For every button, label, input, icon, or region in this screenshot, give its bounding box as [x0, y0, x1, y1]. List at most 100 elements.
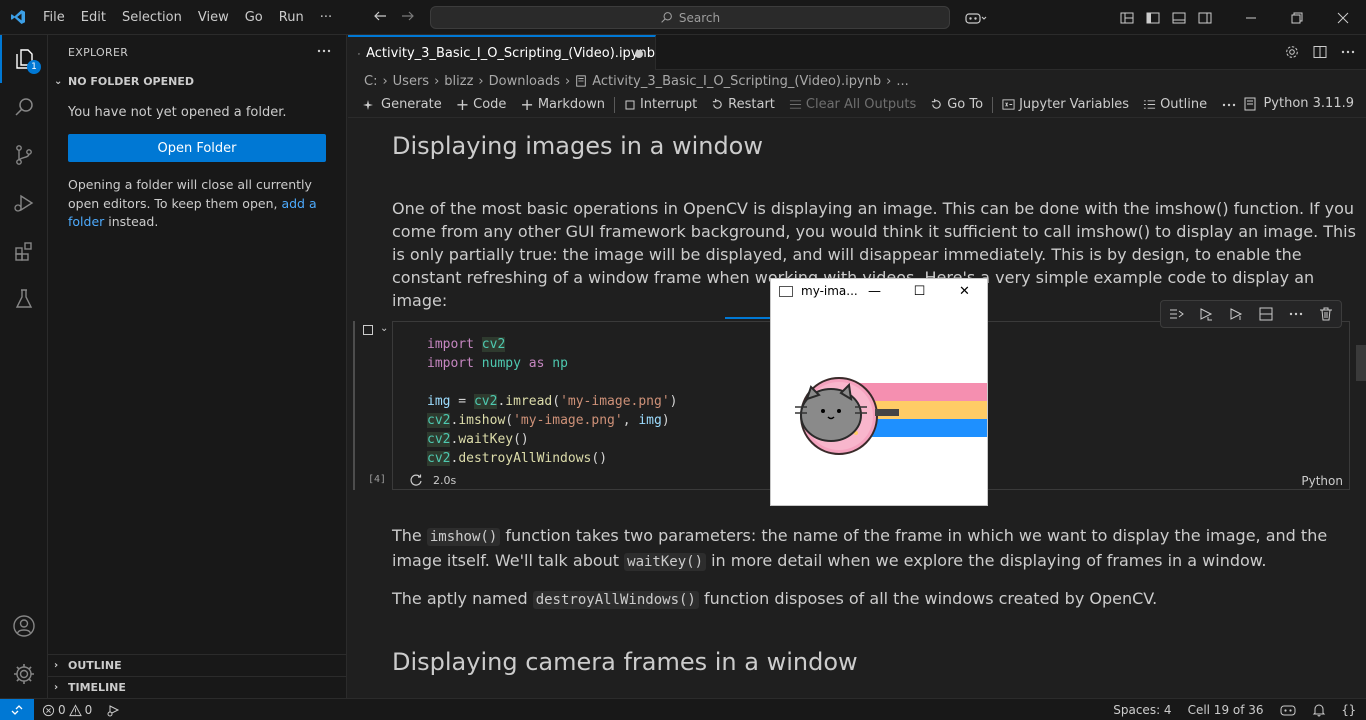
code-editor[interactable]: import cv2 import numpy as np img = cv2.… [427, 335, 677, 468]
outline-section[interactable]: › OUTLINE [48, 654, 347, 676]
toggle-sidebar-icon[interactable] [1140, 10, 1166, 26]
more-actions-icon[interactable] [316, 43, 332, 62]
interrupt-label: Interrupt [639, 97, 698, 112]
markdown-paragraph-2: The imshow() function takes two paramete… [392, 524, 1358, 574]
popup-maximize-icon[interactable]: ☐ [897, 279, 942, 303]
menu-more[interactable]: ··· [312, 0, 340, 35]
outline-button[interactable]: Outline [1136, 97, 1214, 112]
back-arrow-icon[interactable] [372, 8, 388, 24]
breadcrumb-users[interactable]: Users [393, 74, 429, 89]
breadcrumb: C: › Users › blizz › Downloads › Activity_3_… [348, 70, 1366, 92]
forward-arrow-icon[interactable] [400, 8, 416, 24]
note-text-2: instead. [104, 214, 159, 229]
nav-arrows [372, 8, 416, 24]
execute-cell-icon[interactable] [1198, 306, 1214, 322]
menu-selection[interactable]: Selection [114, 0, 190, 35]
testing-activity[interactable] [0, 275, 48, 323]
accounts-activity[interactable] [0, 602, 48, 650]
outline-title: OUTLINE [68, 659, 122, 672]
para2-text-c: in more detail when we explore the displ… [706, 551, 1267, 570]
remote-indicator[interactable] [0, 699, 34, 720]
customize-layout-icon[interactable] [1114, 10, 1140, 26]
command-center-search[interactable]: Search [430, 6, 950, 29]
kernel-picker[interactable]: Python 3.11.9 [1243, 96, 1354, 111]
plus-icon: + [455, 95, 470, 114]
extensions-activity[interactable] [0, 227, 48, 275]
run-debug-activity[interactable] [0, 179, 48, 227]
timeline-section[interactable]: › TIMELINE [48, 676, 347, 698]
opencv-image-window[interactable]: my-ima... — ☐ ✕ [770, 278, 988, 506]
open-folder-note: Opening a folder will close all currentl… [48, 162, 346, 232]
clear-outputs-button[interactable]: Clear All Outputs [782, 97, 923, 112]
unsaved-dot-icon[interactable] [635, 50, 643, 58]
menu-view[interactable]: View [190, 0, 237, 35]
more-actions-icon[interactable] [1288, 306, 1304, 322]
more-actions-icon[interactable] [1340, 44, 1356, 60]
toggle-panel-icon[interactable] [1166, 10, 1192, 26]
cell-language[interactable]: Python [1301, 474, 1343, 488]
cell-position-status[interactable]: Cell 19 of 36 [1188, 703, 1264, 717]
interrupt-button[interactable]: Interrupt [617, 97, 704, 112]
popup-minimize-icon[interactable]: — [852, 279, 897, 303]
toolbar-more-icon[interactable] [1214, 97, 1244, 113]
split-cell-icon[interactable] [1258, 306, 1274, 322]
braces-icon[interactable]: {} [1342, 703, 1356, 717]
sparkle-icon [363, 99, 373, 110]
trash-icon[interactable] [1318, 306, 1334, 322]
menu-go[interactable]: Go [237, 0, 271, 35]
chevron-down-icon[interactable]: ⌄ [380, 323, 388, 334]
cell-checkbox[interactable] [363, 325, 373, 335]
no-folder-section[interactable]: ⌄ NO FOLDER OPENED [48, 70, 346, 92]
restore-window-icon[interactable] [1274, 0, 1320, 35]
settings-icon[interactable] [1284, 44, 1300, 60]
close-window-icon[interactable] [1320, 0, 1366, 35]
jupyter-variables-button[interactable]: Jupyter Variables [995, 97, 1136, 112]
breadcrumb-drive[interactable]: C: [364, 74, 377, 89]
goto-button[interactable]: Go To [923, 97, 990, 112]
open-folder-button[interactable]: Open Folder [68, 134, 326, 162]
popup-close-icon[interactable]: ✕ [942, 279, 987, 303]
breadcrumb-downloads[interactable]: Downloads [489, 74, 560, 89]
execute-below-icon[interactable] [1228, 306, 1244, 322]
list-icon [1144, 100, 1156, 109]
menu-edit[interactable]: Edit [73, 0, 114, 35]
toggle-secondary-sidebar-icon[interactable] [1192, 10, 1218, 26]
menu-run[interactable]: Run [271, 0, 312, 35]
bell-icon[interactable] [1312, 703, 1326, 717]
add-code-button[interactable]: + Code [449, 95, 514, 114]
restart-button[interactable]: Restart [704, 97, 782, 112]
markdown-label: Markdown [537, 97, 605, 112]
go-to-icon [932, 98, 941, 109]
breadcrumb-file[interactable]: Activity_3_Basic_I_O_Scripting_(Video).i… [592, 74, 881, 89]
plus-icon: + [520, 95, 534, 114]
chevron-right-icon: › [54, 682, 59, 693]
editor-tabs: Activity_3_Basic_I_O_Scripting_(Video).i… [348, 35, 1366, 70]
restart-label: Restart [728, 97, 775, 112]
tab-notebook[interactable]: Activity_3_Basic_I_O_Scripting_(Video).i… [348, 35, 656, 70]
execute-above-icon[interactable] [1168, 306, 1184, 322]
gear-icon [14, 664, 34, 684]
breadcrumb-user[interactable]: blizz [444, 74, 473, 89]
explorer-activity[interactable]: 1 [0, 35, 48, 83]
copilot-icon[interactable] [958, 10, 994, 26]
problems-indicator[interactable]: 0 0 [42, 703, 92, 717]
indentation-status[interactable]: Spaces: 4 [1113, 703, 1171, 717]
minimize-window-icon[interactable] [1228, 0, 1274, 35]
popup-titlebar[interactable]: my-ima... — ☐ ✕ [771, 279, 987, 303]
add-markdown-button[interactable]: + Markdown [513, 95, 612, 114]
manage-activity[interactable] [0, 650, 48, 698]
outline-label: Outline [1160, 97, 1208, 112]
split-editor-icon[interactable] [1312, 44, 1328, 60]
explorer-badge: 1 [27, 60, 41, 74]
source-control-activity[interactable] [0, 131, 48, 179]
debug-icon[interactable] [106, 703, 120, 717]
spinner-icon [410, 474, 422, 486]
scrollbar-thumb[interactable] [1356, 345, 1366, 381]
error-count: 0 [58, 703, 66, 717]
notebook-toolbar: Generate + Code + Markdown Interrupt Res… [348, 92, 1366, 118]
breadcrumb-more[interactable]: ... [896, 74, 908, 89]
menu-file[interactable]: File [35, 0, 73, 35]
generate-button[interactable]: Generate [356, 97, 449, 112]
copilot-icon[interactable] [1280, 703, 1296, 717]
search-activity[interactable] [0, 83, 48, 131]
